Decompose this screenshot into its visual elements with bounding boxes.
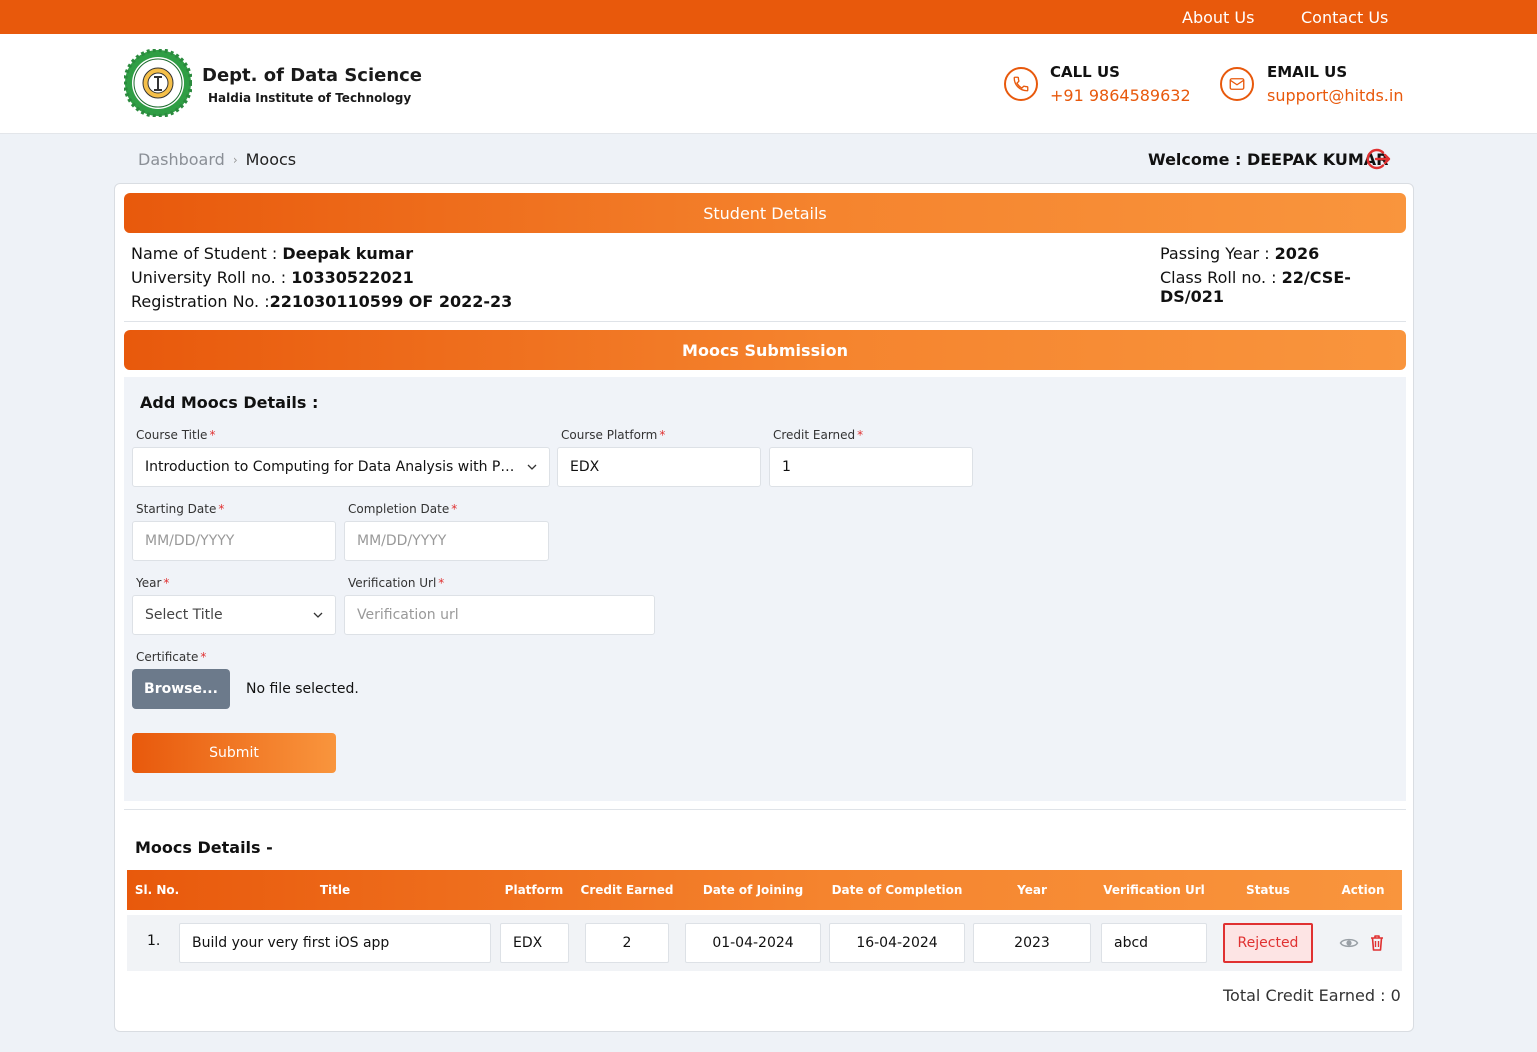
chevron-down-icon [313,612,323,618]
column-header-credit: Credit Earned [580,883,674,897]
eye-icon[interactable] [1339,933,1359,953]
platform-label: Course Platform * [561,428,666,442]
course-title-label: Course Title * [136,428,216,442]
table-row: 1. Build your very first iOS app EDX 2 0… [127,915,1402,971]
submit-button[interactable]: Submit [132,733,336,773]
row-completion-date: 16-04-2024 [829,923,965,963]
registration-line: Registration No. :221030110599 OF 2022-2… [131,292,512,311]
university-roll-line: University Roll no. : 10330522021 [131,268,414,287]
university-roll-value: 10330522021 [291,268,414,287]
completion-date-label: Completion Date * [348,502,458,516]
year-select[interactable]: Select Title [132,595,336,635]
certificate-label: Certificate * [136,650,207,664]
column-header-year: Year [1017,883,1047,897]
column-header-platform: Platform [504,883,564,897]
table-header: Sl. No. Title Platform Credit Earned Dat… [127,870,1402,910]
passing-year-value: 2026 [1274,244,1320,263]
row-title: Build your very first iOS app [179,923,491,963]
column-header-status: Status [1246,883,1290,897]
registration-value: 221030110599 OF 2022-23 [269,292,513,311]
starting-date-input[interactable]: MM/DD/YYYY [132,521,336,561]
credit-label: Credit Earned * [773,428,864,442]
column-header-joining: Date of Joining [702,883,804,897]
student-details-header: Student Details [124,193,1406,233]
add-moocs-title: Add Moocs Details : [140,393,319,412]
divider [124,809,1406,810]
row-year: 2023 [973,923,1091,963]
department-name: Dept. of Data Science [202,65,423,86]
student-name-label: Name of Student : [131,244,283,263]
column-header-title: Title [319,883,351,897]
registration-label: Registration No. : [131,292,270,311]
starting-date-label: Starting Date * [136,502,225,516]
completion-date-input[interactable]: MM/DD/YYYY [344,521,549,561]
status-badge: Rejected [1223,923,1313,963]
student-name-value: Deepak kumar [282,244,414,263]
course-title-select[interactable]: Introduction to Computing for Data Analy… [132,447,550,487]
call-us-label: CALL US [1050,63,1120,81]
mail-icon [1220,67,1254,101]
trash-icon[interactable] [1367,933,1387,953]
institute-name: Haldia Institute of Technology [208,91,412,105]
breadcrumb-dashboard[interactable]: Dashboard [138,150,225,169]
row-joining-date: 01-04-2024 [685,923,821,963]
moocs-details-title: Moocs Details - [135,838,273,857]
top-navbar: About Us Contact Us [0,0,1537,34]
site-header: Dept. of Data Science Haldia Institute o… [0,34,1537,134]
platform-input[interactable]: EDX [557,447,761,487]
student-name-line: Name of Student : Deepak kumar [131,244,413,263]
passing-year-label: Passing Year : [1160,244,1275,263]
no-file-text: No file selected. [246,681,359,697]
university-roll-label: University Roll no. : [131,268,292,287]
verification-url-input[interactable]: Verification url [344,595,655,635]
email-address[interactable]: support@hitds.in [1267,86,1403,105]
row-sl-no: 1. [147,933,161,949]
credit-input[interactable]: 1 [769,447,973,487]
row-verification-url: abcd [1101,923,1207,963]
add-moocs-form: Add Moocs Details : Course Title * Introd… [124,377,1406,801]
chevron-down-icon [527,464,537,470]
column-header-completion: Date of Completion [831,883,963,897]
welcome-text: Welcome : DEEPAK KUMAR [1148,150,1389,169]
column-header-sl: Sl. No. [134,883,180,897]
contact-us-link[interactable]: Contact Us [1301,8,1388,27]
chevron-right-icon: › [232,152,238,167]
phone-number[interactable]: +91 9864589632 [1050,86,1191,105]
verification-url-label: Verification Url * [348,576,445,590]
class-roll-label: Class Roll no. : [1160,268,1282,287]
column-header-action: Action [1341,883,1385,897]
browse-button[interactable]: Browse... [132,669,230,709]
year-label: Year * [136,576,170,590]
email-us-label: EMAIL US [1267,63,1348,81]
main-card: Student Details Name of Student : Deepak… [114,183,1414,1032]
column-header-url: Verification Url [1103,883,1205,897]
class-roll-line: Class Roll no. : 22/CSE-DS/021 [1160,268,1413,306]
passing-year-line: Passing Year : 2026 [1160,244,1319,263]
row-credit: 2 [585,923,669,963]
total-credit-earned: Total Credit Earned : 0 [1223,986,1401,1005]
about-us-link[interactable]: About Us [1182,8,1254,27]
breadcrumb: Dashboard › Moocs [138,150,296,169]
breadcrumb-current: Moocs [245,150,297,169]
logout-icon[interactable] [1366,146,1392,172]
moocs-submission-header: Moocs Submission [124,330,1406,370]
college-seal-logo-icon [124,49,192,117]
phone-icon [1004,67,1038,101]
row-platform: EDX [500,923,569,963]
divider [124,321,1406,322]
